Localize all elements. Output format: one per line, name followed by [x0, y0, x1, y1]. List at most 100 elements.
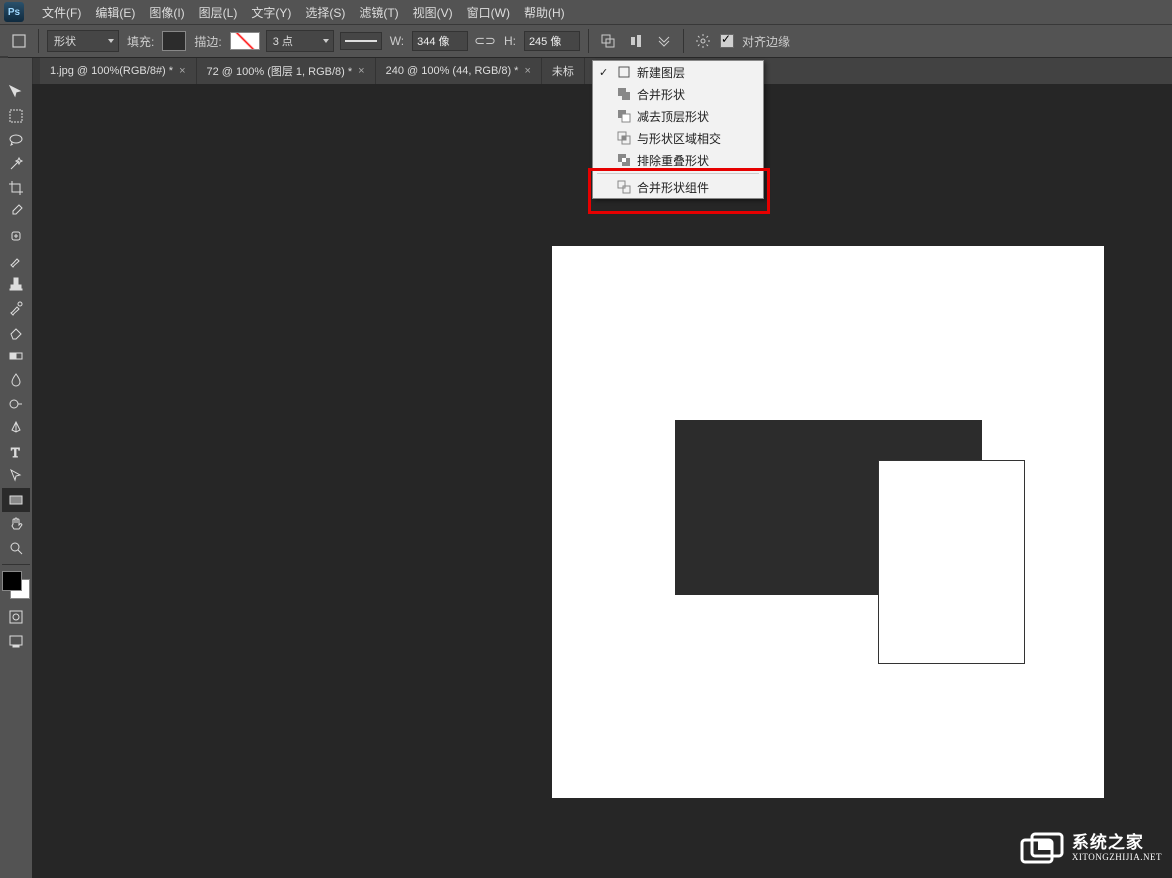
- divider: [38, 29, 39, 53]
- menu-subtract-front[interactable]: 减去顶层形状: [593, 105, 763, 127]
- gradient-tool[interactable]: [2, 344, 30, 368]
- align-edges-checkbox[interactable]: [720, 34, 734, 48]
- magic-wand-tool[interactable]: [2, 152, 30, 176]
- stroke-swatch[interactable]: [230, 32, 260, 50]
- watermark-title: 系统之家: [1072, 836, 1162, 850]
- fill-swatch[interactable]: [162, 31, 186, 51]
- path-operations-button[interactable]: [597, 30, 619, 52]
- merge-icon: [617, 180, 631, 194]
- path-operations-menu: 新建图层 合并形状 减去顶层形状 与形状区域相交 排除重叠形状 合并形状组件: [592, 60, 764, 199]
- photoshop-logo: Ps: [4, 2, 24, 22]
- menu-item-label: 合并形状: [637, 86, 685, 103]
- document-canvas[interactable]: [552, 246, 1104, 798]
- width-input[interactable]: [412, 31, 468, 51]
- align-edges-label: 对齐边缘: [742, 33, 790, 50]
- tab-label: 1.jpg @ 100%(RGB/8#) *: [50, 65, 173, 77]
- menu-merge-components[interactable]: 合并形状组件: [593, 176, 763, 198]
- fill-label: 填充:: [127, 33, 154, 50]
- rectangle-tool[interactable]: [2, 488, 30, 512]
- close-icon[interactable]: ×: [524, 65, 530, 77]
- new-layer-icon: [617, 65, 631, 79]
- options-bar: 形状 填充: 描边: 3 点 W: ⊂⊃ H: 对齐边缘: [0, 24, 1172, 58]
- tool-preset-icon[interactable]: [8, 30, 30, 52]
- pen-tool[interactable]: [2, 416, 30, 440]
- doc-tab-3[interactable]: 240 @ 100% (44, RGB/8) * ×: [376, 58, 542, 84]
- menu-separator: [597, 173, 759, 174]
- watermark-url: XITONGZHIJIA.NET: [1072, 850, 1162, 864]
- doc-tab-1[interactable]: 1.jpg @ 100%(RGB/8#) * ×: [40, 58, 197, 84]
- menu-new-layer[interactable]: 新建图层: [593, 61, 763, 83]
- lasso-tool[interactable]: [2, 128, 30, 152]
- stamp-tool[interactable]: [2, 272, 30, 296]
- color-swatches[interactable]: [2, 571, 30, 599]
- close-icon[interactable]: ×: [179, 65, 185, 77]
- mode-dropdown[interactable]: 形状: [47, 30, 119, 52]
- doc-tab-2[interactable]: 72 @ 100% (图层 1, RGB/8) * ×: [197, 58, 376, 84]
- menu-exclude[interactable]: 排除重叠形状: [593, 149, 763, 171]
- menu-item-label: 减去顶层形状: [637, 108, 709, 125]
- text-tool[interactable]: T: [2, 440, 30, 464]
- watermark: 系统之家 XITONGZHIJIA.NET: [1020, 832, 1162, 868]
- tab-label: 72 @ 100% (图层 1, RGB/8) *: [207, 63, 353, 79]
- divider: [588, 29, 589, 53]
- height-input[interactable]: [524, 31, 580, 51]
- menu-image[interactable]: 图像(I): [145, 2, 188, 23]
- menu-item-label: 合并形状组件: [637, 179, 709, 196]
- subtract-icon: [617, 109, 631, 123]
- foreground-color[interactable]: [2, 571, 22, 591]
- eyedropper-tool[interactable]: [2, 200, 30, 224]
- path-select-tool[interactable]: [2, 464, 30, 488]
- history-brush-tool[interactable]: [2, 296, 30, 320]
- menu-intersect[interactable]: 与形状区域相交: [593, 127, 763, 149]
- menu-type[interactable]: 文字(Y): [247, 2, 295, 23]
- doc-tab-4[interactable]: 未标: [542, 58, 585, 84]
- menu-filter[interactable]: 滤镜(T): [355, 2, 402, 23]
- watermark-logo: [1020, 832, 1066, 868]
- tab-label: 240 @ 100% (44, RGB/8) *: [386, 65, 519, 77]
- divider: [683, 29, 684, 53]
- svg-text:T: T: [11, 446, 20, 460]
- path-align-button[interactable]: [625, 30, 647, 52]
- combine-icon: [617, 87, 631, 101]
- menu-view[interactable]: 视图(V): [409, 2, 457, 23]
- canvas-area[interactable]: [32, 84, 1172, 878]
- menu-item-label: 排除重叠形状: [637, 152, 709, 169]
- zoom-tool[interactable]: [2, 536, 30, 560]
- blur-tool[interactable]: [2, 368, 30, 392]
- move-tool[interactable]: [2, 80, 30, 104]
- path-arrange-button[interactable]: [653, 30, 675, 52]
- tab-grip[interactable]: [32, 58, 40, 84]
- screenmode-tool[interactable]: [2, 629, 30, 653]
- tab-label: 未标: [552, 63, 574, 79]
- menu-item-label: 与形状区域相交: [637, 130, 721, 147]
- menu-layer[interactable]: 图层(L): [195, 2, 242, 23]
- hand-tool[interactable]: [2, 512, 30, 536]
- w-label: W:: [390, 34, 404, 48]
- close-icon[interactable]: ×: [358, 65, 364, 77]
- marquee-tool[interactable]: [2, 104, 30, 128]
- exclude-icon: [617, 153, 631, 167]
- intersect-icon: [617, 131, 631, 145]
- stroke-weight[interactable]: 3 点: [266, 30, 334, 52]
- gear-icon[interactable]: [692, 30, 714, 52]
- menu-window[interactable]: 窗口(W): [463, 2, 514, 23]
- stroke-style-dropdown[interactable]: [340, 32, 382, 50]
- menu-file[interactable]: 文件(F): [38, 2, 85, 23]
- crop-tool[interactable]: [2, 176, 30, 200]
- menu-item-label: 新建图层: [637, 64, 685, 81]
- menu-help[interactable]: 帮助(H): [520, 2, 569, 23]
- tools-panel: T: [0, 58, 33, 878]
- menubar: Ps 文件(F) 编辑(E) 图像(I) 图层(L) 文字(Y) 选择(S) 滤…: [0, 0, 1172, 24]
- healing-tool[interactable]: [2, 224, 30, 248]
- eraser-tool[interactable]: [2, 320, 30, 344]
- brush-tool[interactable]: [2, 248, 30, 272]
- link-icon[interactable]: ⊂⊃: [474, 33, 496, 49]
- shape-rect-2[interactable]: [878, 460, 1025, 664]
- menu-edit[interactable]: 编辑(E): [91, 2, 139, 23]
- menu-combine-shapes[interactable]: 合并形状: [593, 83, 763, 105]
- h-label: H:: [504, 34, 516, 48]
- dodge-tool[interactable]: [2, 392, 30, 416]
- quickmask-tool[interactable]: [2, 605, 30, 629]
- menu-select[interactable]: 选择(S): [301, 2, 349, 23]
- stroke-label: 描边:: [194, 33, 221, 50]
